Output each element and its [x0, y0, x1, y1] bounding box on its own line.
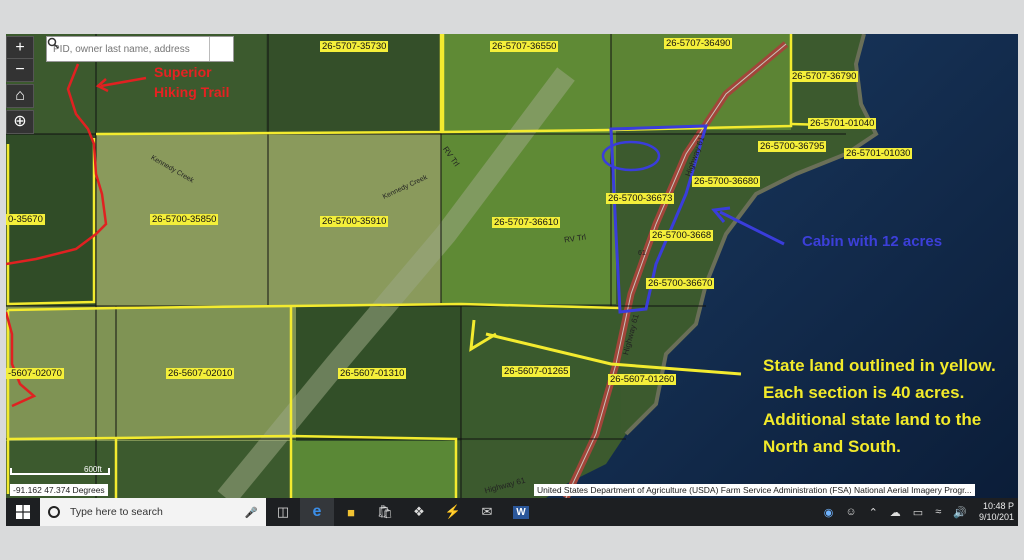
task-view-button[interactable]: ◫: [266, 498, 300, 526]
scale-bar: 600ft: [10, 465, 110, 475]
parcel-label[interactable]: 26-5707-36790: [790, 71, 859, 82]
windows-icon: [16, 505, 30, 519]
imagery-attribution: United States Department of Agriculture …: [534, 484, 975, 496]
parcel-label[interactable]: 26-5701-01040: [808, 118, 877, 129]
parcel-label[interactable]: 26-5607-01310: [338, 368, 407, 379]
system-tray: ◉ ☺ ⌃ ☁ ▭ ≈ 🔊 10:48 P 9/10/201: [818, 498, 1018, 526]
parcel-label[interactable]: 26-5701-01030: [844, 148, 913, 159]
lightning-icon: ⚡: [444, 504, 462, 519]
folder-icon: ■: [347, 504, 355, 520]
parcel-label[interactable]: 26-5607-01260: [608, 374, 677, 385]
cortana-icon: [48, 506, 60, 518]
chevron-up-icon[interactable]: ⌃: [869, 506, 878, 519]
parcel-label[interactable]: 26-5707-36490: [664, 38, 733, 49]
parcel-label[interactable]: 26-5700-35850: [150, 214, 219, 225]
parcel-label[interactable]: 26-5700-36795: [758, 141, 827, 152]
cabin-annotation: Cabin with 12 acres: [802, 233, 943, 250]
search-input[interactable]: [47, 37, 210, 61]
coordinate-readout: -91.162 47.374 Degrees: [10, 484, 108, 496]
store-button[interactable]: 🛍: [368, 498, 402, 526]
parcel-label[interactable]: 26-5700-36673: [606, 193, 675, 204]
microphone-icon: 🎤: [244, 506, 258, 519]
word-icon: W: [513, 505, 529, 519]
dropbox-button[interactable]: ❖: [402, 498, 436, 526]
globe-icon[interactable]: ◉: [824, 506, 834, 519]
start-button[interactable]: [6, 498, 40, 526]
clock-date: 9/10/201: [978, 512, 1014, 522]
road-label: 61: [638, 250, 646, 257]
battery-icon[interactable]: ▭: [913, 506, 923, 519]
cloud-icon[interactable]: ☁: [890, 506, 901, 519]
clock[interactable]: 10:48 P 9/10/201: [979, 501, 1014, 523]
screen: 26-5707-35730 26-5707-36550 26-5707-3649…: [6, 34, 1018, 526]
parcel-label[interactable]: 26-5700-36680: [692, 176, 761, 187]
map-viewport[interactable]: 26-5707-35730 26-5707-36550 26-5707-3649…: [6, 34, 1018, 498]
parcel-label[interactable]: 26-5707-36610: [492, 217, 561, 228]
people-icon[interactable]: ☺: [845, 506, 856, 518]
trail-annotation: Superior Hiking Trail: [154, 64, 230, 100]
parcel-label[interactable]: 26-5607-02010: [166, 368, 235, 379]
locate-button[interactable]: ⊕: [6, 110, 34, 134]
parcel-label[interactable]: 26-5607-01265: [502, 366, 571, 377]
parcel-label[interactable]: -5607-02070: [6, 368, 64, 379]
parcel-label[interactable]: 26-5707-35730: [320, 41, 389, 52]
scale-label: 600ft: [84, 465, 102, 474]
home-icon: ⌂: [15, 87, 25, 104]
clock-time: 10:48 P: [982, 501, 1014, 511]
parcel-label[interactable]: 26-5700-36670: [646, 278, 715, 289]
mail-icon: ✉: [481, 504, 493, 519]
app-button[interactable]: ⚡: [436, 498, 470, 526]
store-icon: 🛍: [376, 504, 394, 519]
search-icon: [47, 37, 59, 49]
taskbar: Type here to search 🎤 ◫ e ■ 🛍 ❖ ⚡ ✉ W ◉ …: [6, 498, 1018, 526]
parcel-search: [46, 36, 234, 62]
dropbox-icon: ❖: [413, 504, 425, 519]
crosshair-icon: ⊕: [13, 113, 27, 130]
edge-button[interactable]: e: [300, 498, 334, 526]
zoom-out-button[interactable]: −: [6, 58, 34, 82]
taskbar-search-placeholder: Type here to search: [70, 506, 163, 518]
parcel-label[interactable]: 26-5700-35910: [320, 216, 389, 227]
zoom-in-button[interactable]: +: [6, 36, 34, 60]
home-button[interactable]: ⌂: [6, 84, 34, 108]
file-explorer-button[interactable]: ■: [334, 498, 368, 526]
wifi-icon[interactable]: ≈: [935, 506, 941, 518]
mail-button[interactable]: ✉: [470, 498, 504, 526]
search-button[interactable]: [47, 37, 233, 61]
parcel-label[interactable]: 26-5707-36550: [490, 41, 559, 52]
taskbar-search[interactable]: Type here to search 🎤: [40, 498, 266, 526]
parcel-label[interactable]: 26-5700-3668: [650, 230, 714, 241]
volume-icon[interactable]: 🔊: [953, 506, 967, 519]
parcel-label[interactable]: 0-35670: [6, 214, 45, 225]
edge-icon: e: [312, 503, 322, 520]
state-land-annotation: State land outlined in yellow. Each sect…: [763, 356, 996, 456]
word-button[interactable]: W: [504, 498, 538, 526]
task-view-icon: ◫: [276, 504, 290, 519]
